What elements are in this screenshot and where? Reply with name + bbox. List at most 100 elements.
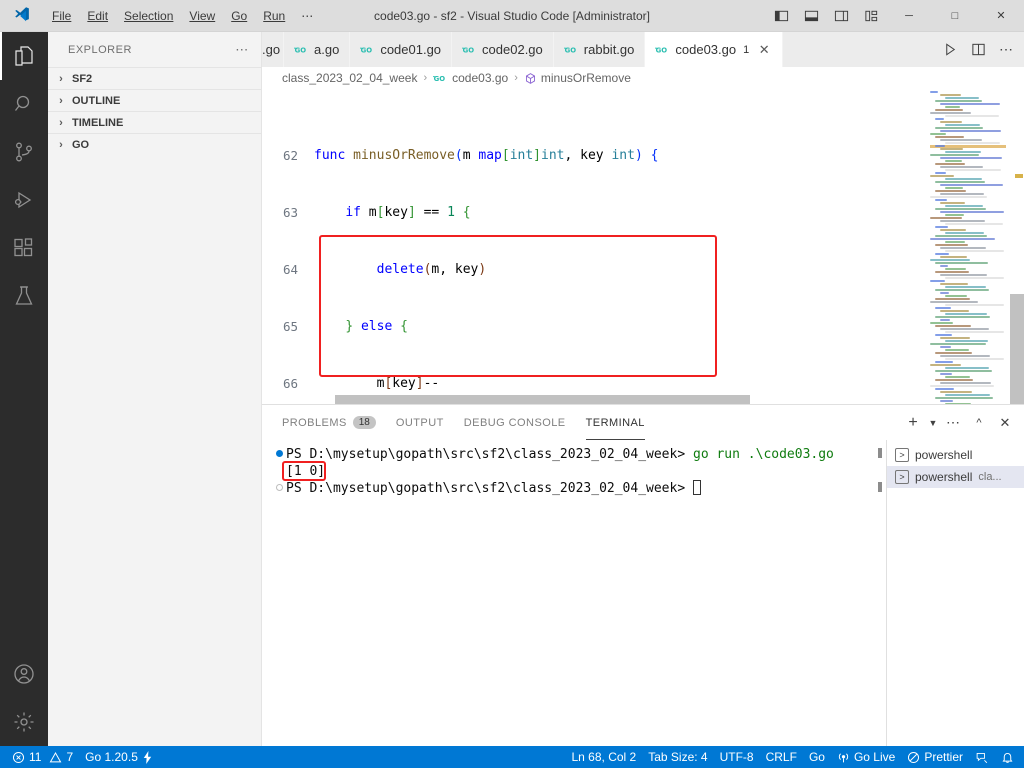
editor-viewport[interactable]: 62 func minusOrRemove(m map[int]int, key… — [262, 89, 1024, 404]
menu-item-view[interactable]: View — [181, 0, 223, 31]
line-content: func minusOrRemove(m map[int]int, key in… — [314, 148, 659, 163]
minimap-line — [945, 313, 987, 315]
go-live-label: Go Live — [853, 750, 896, 764]
minimap-line — [935, 334, 952, 336]
close-panel-icon[interactable]: ✕ — [992, 410, 1018, 436]
scrollbar-thumb[interactable] — [1010, 294, 1024, 404]
bottom-panel: PROBLEMS 18 OUTPUT DEBUG CONSOLE TERMINA… — [262, 404, 1024, 746]
svg-text:GO: GO — [463, 46, 475, 54]
toggle-secondary-sidebar-icon[interactable] — [826, 0, 856, 31]
svg-text:GO: GO — [434, 75, 446, 83]
terminal-scrollbar-marker[interactable] — [878, 448, 882, 458]
chevron-right-icon: › — [59, 138, 63, 151]
more-actions-icon[interactable]: ⋯ — [940, 410, 966, 436]
editor-tab-a-go[interactable]: GO a.go — [284, 32, 351, 67]
minimap-line — [930, 322, 953, 324]
editor-tab-code03-go[interactable]: GO code03.go 1 ✕ — [645, 32, 784, 67]
minimap-line — [930, 175, 954, 177]
minimap-line — [930, 385, 994, 387]
split-editor-icon[interactable] — [964, 36, 992, 64]
activity-item-testing[interactable] — [0, 272, 48, 320]
minimap-line — [940, 220, 985, 222]
code-area[interactable]: 62 func minusOrRemove(m map[int]int, key… — [262, 89, 926, 404]
line-content: delete(m, key) — [376, 262, 487, 277]
breadcrumb-item-file[interactable]: GO code03.go — [433, 71, 508, 85]
toggle-primary-sidebar-icon[interactable] — [766, 0, 796, 31]
terminal-output[interactable]: PS D:\mysetup\gopath\src\sf2\class_2023_… — [262, 440, 886, 746]
status-indentation[interactable]: Tab Size: 4 — [642, 746, 713, 768]
panel-tab-output[interactable]: OUTPUT — [396, 405, 444, 440]
maximize-panel-icon[interactable]: ^ — [966, 410, 992, 436]
activity-item-source-control[interactable] — [0, 128, 48, 176]
terminal-tab-powershell[interactable]: > powershell — [887, 444, 1024, 466]
menu-item-go[interactable]: Go — [223, 0, 255, 31]
menu-item-file[interactable]: File — [44, 0, 79, 31]
maximize-button[interactable]: □ — [932, 0, 978, 31]
status-go-version[interactable]: Go 1.20.5 — [79, 746, 159, 768]
status-prettier[interactable]: Prettier — [901, 746, 969, 768]
status-eol[interactable]: CRLF — [760, 746, 803, 768]
terminal-tab-powershell-class[interactable]: > powershell cla... — [887, 466, 1024, 488]
editor-tab-rabbit-go[interactable]: GO rabbit.go — [553, 32, 646, 67]
terminal-prompt-line: PS D:\mysetup\gopath\src\sf2\class_2023_… — [272, 480, 886, 497]
more-actions-icon[interactable]: ⋯ — [231, 39, 253, 61]
go-file-icon: GO — [433, 73, 448, 84]
activity-item-accounts[interactable] — [0, 650, 48, 698]
add-terminal-icon[interactable]: + — [900, 410, 926, 436]
menu-bar[interactable]: File Edit Selection View Go Run ⋯ — [44, 0, 321, 31]
sidebar-title: EXPLORER — [68, 43, 132, 56]
toggle-panel-icon[interactable] — [796, 0, 826, 31]
status-go-live[interactable]: Go Live — [831, 746, 901, 768]
minimap-line — [940, 328, 989, 330]
minimap-line — [945, 340, 988, 342]
run-play-icon[interactable] — [936, 36, 964, 64]
scrollbar-thumb[interactable] — [335, 395, 750, 404]
status-cursor-position[interactable]: Ln 68, Col 2 — [566, 746, 643, 768]
terminal-scrollbar-marker[interactable] — [878, 482, 882, 492]
menu-item-more[interactable]: ⋯ — [293, 0, 321, 31]
activity-item-search[interactable] — [0, 80, 48, 128]
menu-item-edit[interactable]: Edit — [79, 0, 116, 31]
terminal-output-line: [1 0] — [272, 461, 886, 481]
svg-text:GO: GO — [656, 46, 668, 54]
editor-vertical-scrollbar[interactable] — [1010, 89, 1024, 404]
close-icon[interactable]: ✕ — [756, 42, 772, 58]
activity-item-manage[interactable] — [0, 698, 48, 746]
status-notifications[interactable] — [995, 746, 1020, 768]
editor-horizontal-scrollbar[interactable] — [262, 394, 926, 404]
chevron-down-icon[interactable]: ▼ — [926, 410, 940, 436]
activity-item-extensions[interactable] — [0, 224, 48, 272]
status-problems[interactable]: 11 7 — [6, 746, 79, 768]
minimize-button[interactable]: ─ — [886, 0, 932, 31]
sidebar-item-timeline[interactable]: › TIMELINE — [48, 111, 261, 133]
minimap-line — [935, 298, 970, 300]
minimap-line — [940, 211, 1004, 213]
sidebar-item-go[interactable]: › GO — [48, 133, 261, 155]
menu-item-run[interactable]: Run — [255, 0, 293, 31]
status-feedback[interactable] — [969, 746, 995, 768]
status-encoding[interactable]: UTF-8 — [714, 746, 760, 768]
sidebar-section-label: GO — [72, 138, 90, 151]
breadcrumb-item-folder[interactable]: class_2023_02_04_week — [282, 71, 417, 85]
minimap-line — [945, 151, 981, 153]
panel-tab-problems[interactable]: PROBLEMS 18 — [282, 405, 376, 440]
breadcrumb-item-symbol[interactable]: minusOrRemove — [524, 71, 631, 85]
minimap-line — [940, 274, 987, 276]
editor-tab-code02-go[interactable]: GO code02.go — [452, 32, 554, 67]
close-button[interactable]: ✕ — [978, 0, 1024, 31]
editor-tab-go[interactable]: .go — [262, 32, 284, 67]
activity-item-explorer[interactable] — [0, 32, 48, 80]
more-actions-icon[interactable]: ⋯ — [992, 36, 1020, 64]
status-language-mode[interactable]: Go — [803, 746, 831, 768]
activity-item-run-and-debug[interactable] — [0, 176, 48, 224]
minimap[interactable] — [926, 89, 1010, 404]
customize-layout-icon[interactable] — [856, 0, 886, 31]
terminal-input[interactable] — [685, 480, 701, 497]
chevron-right-icon: › — [59, 116, 63, 129]
menu-item-selection[interactable]: Selection — [116, 0, 181, 31]
panel-tab-debug-console[interactable]: DEBUG CONSOLE — [464, 405, 566, 440]
sidebar-item-outline[interactable]: › OUTLINE — [48, 89, 261, 111]
editor-tab-code01-go[interactable]: GO code01.go — [350, 32, 453, 67]
sidebar-item-sf2[interactable]: › SF2 — [48, 67, 261, 89]
panel-tab-terminal[interactable]: TERMINAL — [585, 405, 646, 440]
